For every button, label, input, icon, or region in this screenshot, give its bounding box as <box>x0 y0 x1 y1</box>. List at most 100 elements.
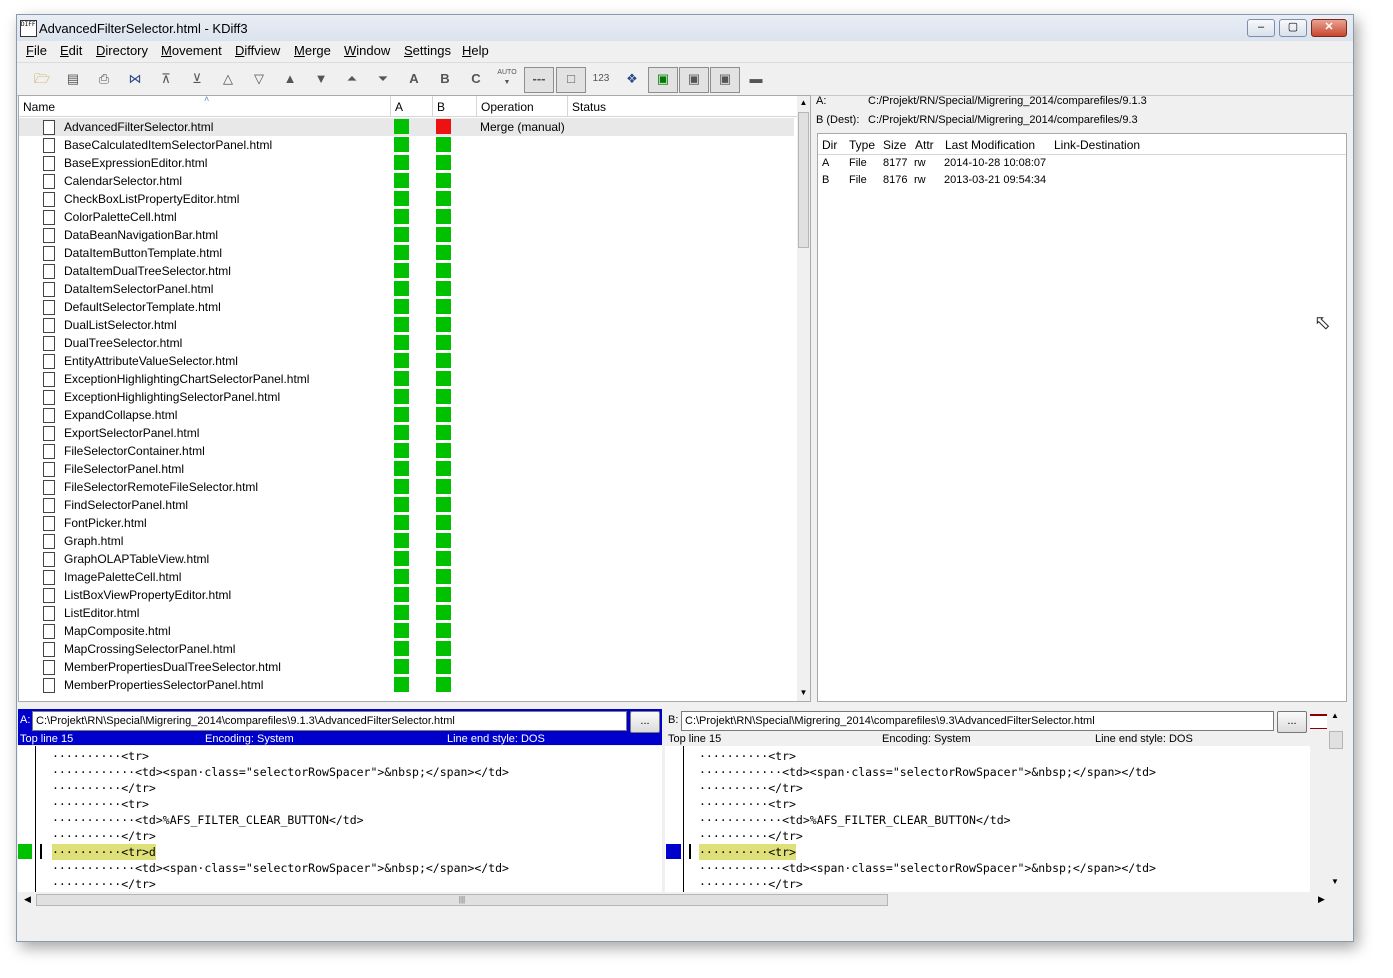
save-icon[interactable]: ▤ <box>62 68 84 90</box>
menu-diffview[interactable]: Diffview <box>235 43 280 58</box>
scroll-thumb[interactable] <box>798 112 809 248</box>
reload-icon[interactable]: ⋈ <box>124 68 146 90</box>
directory-row[interactable]: ExportSelectorPanel.html <box>19 424 789 442</box>
directory-row[interactable]: ListEditor.html <box>19 604 789 622</box>
close-button[interactable]: ✕ <box>1311 19 1347 37</box>
directory-row[interactable]: CheckBoxListPropertyEditor.html <box>19 190 789 208</box>
next-conflict-icon[interactable]: ▼ <box>310 68 332 90</box>
directory-scrollbar[interactable]: ▲ ▼ <box>797 96 810 701</box>
directory-row[interactable]: ColorPaletteCell.html <box>19 208 789 226</box>
directory-row[interactable]: DataItemSelectorPanel.html <box>19 280 789 298</box>
directory-row[interactable]: CalendarSelector.html <box>19 172 789 190</box>
directory-row[interactable]: MapCrossingSelectorPanel.html <box>19 640 789 658</box>
directory-row[interactable]: DualListSelector.html <box>19 316 789 334</box>
prev-unsolved-icon[interactable]: ⏶ <box>341 68 363 90</box>
menu-settings[interactable]: Settings <box>404 43 451 58</box>
window-a-icon[interactable]: ▣ <box>648 67 678 93</box>
minimize-button[interactable]: – <box>1247 19 1275 37</box>
menu-directory[interactable]: Directory <box>96 43 148 58</box>
diff-b-view[interactable]: ··········<tr> ············<td><span·clas… <box>665 746 1310 892</box>
merge-diagonal-icon[interactable]: ❖ <box>621 68 643 90</box>
status-a-indicator <box>394 551 409 566</box>
directory-row[interactable]: DataBeanNavigationBar.html <box>19 226 789 244</box>
prev-delta-icon[interactable]: △ <box>217 68 239 90</box>
directory-row[interactable]: DualTreeSelector.html <box>19 334 789 352</box>
directory-row[interactable]: DefaultSelectorTemplate.html <box>19 298 789 316</box>
directory-row[interactable]: MemberPropertiesDualTreeSelector.html <box>19 658 789 676</box>
directory-row[interactable]: FontPicker.html <box>19 514 789 532</box>
directory-row[interactable]: FileSelectorRemoteFileSelector.html <box>19 478 789 496</box>
diff-scroll-thumb[interactable] <box>1329 731 1343 749</box>
select-b-icon[interactable]: B <box>434 68 456 90</box>
horizontal-scrollbar[interactable]: ◀ ||| ▶ <box>18 893 1328 907</box>
scroll-right-icon[interactable]: ▶ <box>1318 894 1325 905</box>
column-operation[interactable]: Operation <box>481 100 534 114</box>
directory-row[interactable]: ExpandCollapse.html <box>19 406 789 424</box>
directory-row[interactable]: DataItemDualTreeSelector.html <box>19 262 789 280</box>
scroll-left-icon[interactable]: ◀ <box>24 894 31 905</box>
directory-row[interactable]: MemberPropertiesSelectorPanel.html <box>19 676 789 694</box>
diff-scroll-up-icon[interactable]: ▲ <box>1331 711 1339 720</box>
show-whitespace-icon[interactable]: --- <box>524 67 554 93</box>
directory-row[interactable]: ImagePaletteCell.html <box>19 568 789 586</box>
diff-a-view[interactable]: ··········<tr> ············<td><span·clas… <box>18 746 662 892</box>
column-b[interactable]: B <box>437 100 445 114</box>
directory-row[interactable]: ExceptionHighlightingChartSelectorPanel.… <box>19 370 789 388</box>
directory-row[interactable]: MapComposite.html <box>19 622 789 640</box>
open-folder-icon[interactable]: 🗁 <box>31 68 53 90</box>
info-col-link-destination[interactable]: Link-Destination <box>1054 138 1140 152</box>
operation-cell[interactable]: Merge (manual) <box>480 120 565 134</box>
diff-a-path-field[interactable]: C:\Projekt\RN\Special\Migrering_2014\com… <box>32 711 627 731</box>
menu-merge[interactable]: Merge <box>294 43 331 58</box>
go-top-icon[interactable]: ⊼ <box>155 68 177 90</box>
select-a-icon[interactable]: A <box>403 68 425 90</box>
go-bottom-icon[interactable]: ⊻ <box>186 68 208 90</box>
next-unsolved-icon[interactable]: ⏷ <box>372 68 394 90</box>
diff-scroll-down-icon[interactable]: ▼ <box>1331 877 1339 886</box>
diff-b-path-field[interactable]: C:\Projekt\RN\Special\Migrering_2014\com… <box>681 711 1274 731</box>
line-numbers-icon[interactable]: 123 <box>590 68 612 90</box>
select-c-icon[interactable]: C <box>465 68 487 90</box>
menu-movement[interactable]: Movement <box>161 43 222 58</box>
directory-row[interactable]: FileSelectorPanel.html <box>19 460 789 478</box>
directory-row[interactable]: Graph.html <box>19 532 789 550</box>
column-status[interactable]: Status <box>572 100 606 114</box>
prev-conflict-icon[interactable]: ▲ <box>279 68 301 90</box>
window-b-icon[interactable]: ▣ <box>679 67 709 93</box>
info-col-last-modification[interactable]: Last Modification <box>945 138 1035 152</box>
overview-icon[interactable]: ▬ <box>745 68 767 90</box>
directory-row[interactable]: DataItemButtonTemplate.html <box>19 244 789 262</box>
directory-row[interactable]: BaseCalculatedItemSelectorPanel.html <box>19 136 789 154</box>
directory-row[interactable]: FileSelectorContainer.html <box>19 442 789 460</box>
column-name[interactable]: Name <box>23 100 55 114</box>
directory-row[interactable]: EntityAttributeValueSelector.html <box>19 352 789 370</box>
directory-row[interactable]: FindSelectorPanel.html <box>19 496 789 514</box>
directory-row[interactable]: ExceptionHighlightingSelectorPanel.html <box>19 388 789 406</box>
directory-row[interactable]: BaseExpressionEditor.html <box>19 154 789 172</box>
scroll-up-icon[interactable]: ▲ <box>798 98 809 107</box>
diff-b-browse-button[interactable]: ... <box>1277 711 1307 733</box>
menu-file[interactable]: File <box>26 43 47 58</box>
info-col-size[interactable]: Size <box>883 138 906 152</box>
directory-row[interactable]: GraphOLAPTableView.html <box>19 550 789 568</box>
menu-help[interactable]: Help <box>462 43 489 58</box>
directory-row[interactable]: AdvancedFilterSelector.html Merge (manual… <box>19 118 794 136</box>
column-a[interactable]: A <box>395 100 403 114</box>
show-tabs-icon[interactable]: □ <box>556 67 586 93</box>
directory-row[interactable]: ListBoxViewPropertyEditor.html <box>19 586 789 604</box>
maximize-button[interactable]: ▢ <box>1279 19 1307 37</box>
diff-a-browse-button[interactable]: ... <box>630 711 660 733</box>
next-delta-icon[interactable]: ▽ <box>248 68 270 90</box>
auto-advance-icon[interactable]: AUTO ▼ <box>496 68 518 90</box>
print-icon[interactable]: ⎙ <box>93 68 115 90</box>
scroll-down-icon[interactable]: ▼ <box>798 688 809 697</box>
file-icon <box>43 282 55 297</box>
info-col-dir[interactable]: Dir <box>822 138 837 152</box>
horizontal-scroll-thumb[interactable]: ||| <box>36 894 888 906</box>
info-col-type[interactable]: Type <box>849 138 875 152</box>
info-col-attr[interactable]: Attr <box>915 138 934 152</box>
menu-window[interactable]: Window <box>344 43 390 58</box>
menu-edit[interactable]: Edit <box>60 43 82 58</box>
status-b-indicator <box>436 389 451 404</box>
window-c-icon[interactable]: ▣ <box>710 67 740 93</box>
